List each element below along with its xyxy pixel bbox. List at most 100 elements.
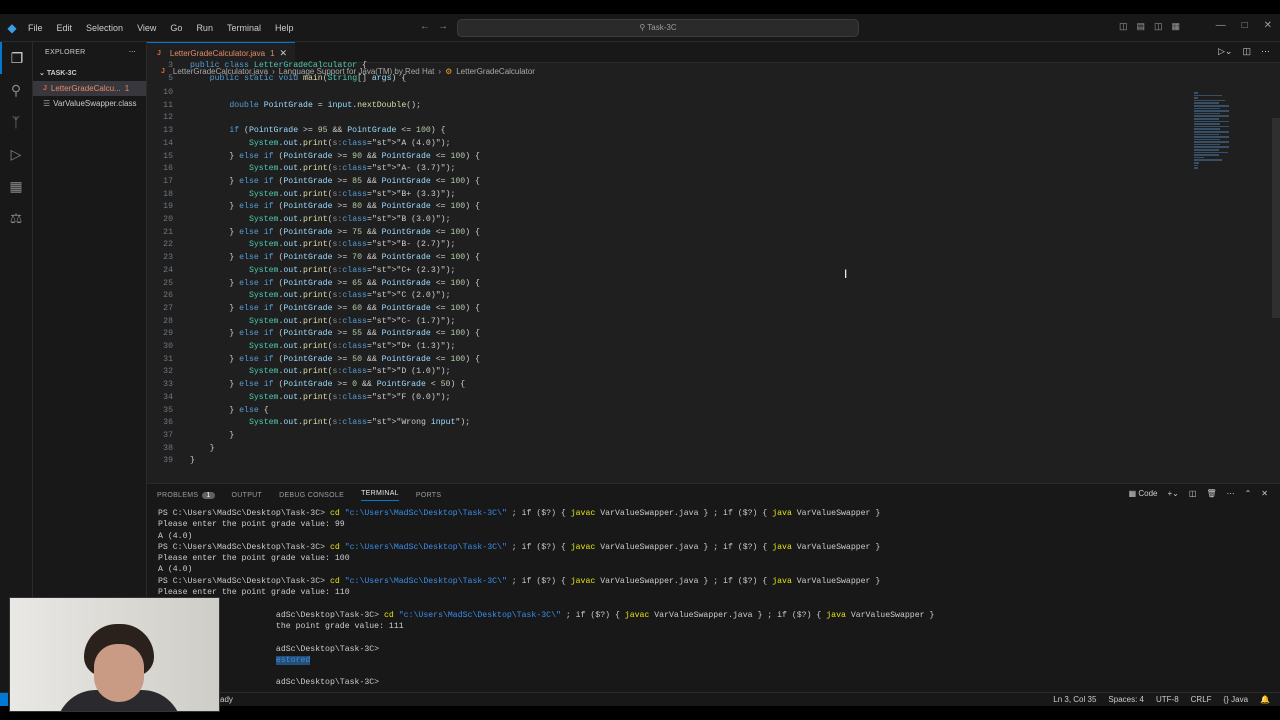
- code-line[interactable]: 32 System.out.print(s:class="st">"D (1.0…: [147, 366, 1187, 379]
- search-view-icon[interactable]: ⚲: [0, 74, 32, 106]
- explorer-title: EXPLORER: [45, 48, 86, 56]
- more-actions-icon[interactable]: ⋯: [1261, 46, 1270, 57]
- code-line[interactable]: 18 System.out.print(s:class="st">"B+ (3.…: [147, 189, 1187, 202]
- code-line[interactable]: 38 }: [147, 443, 1187, 456]
- command-center-search[interactable]: ⚲ Task-3C: [457, 19, 859, 37]
- encoding[interactable]: UTF-8: [1156, 695, 1179, 704]
- terminal-instance[interactable]: ▦ Code: [1129, 489, 1158, 498]
- maximize-panel-icon[interactable]: ⌃: [1245, 489, 1252, 498]
- tab-output[interactable]: OUTPUT: [232, 492, 263, 499]
- sticky-code-line[interactable]: 5 public static void main(String[] args)…: [147, 73, 1187, 86]
- new-terminal-icon[interactable]: +⌄: [1168, 489, 1179, 498]
- menu-run[interactable]: Run: [196, 23, 213, 33]
- line-number: 10: [163, 88, 173, 97]
- menu-selection[interactable]: Selection: [86, 23, 123, 33]
- code-editor[interactable]: 3 public class LetterGradeCalculator {5 p…: [147, 61, 1267, 482]
- terminal-line: adSc\Desktop\Task-3C>: [158, 678, 380, 688]
- menu-edit[interactable]: Edit: [57, 23, 73, 33]
- tab-problems[interactable]: PROBLEMS 1: [157, 491, 215, 499]
- more-actions-icon[interactable]: ⋯: [1227, 489, 1235, 498]
- customize-layout-icon[interactable]: ▦: [1171, 21, 1180, 32]
- menu-file[interactable]: File: [28, 23, 43, 33]
- terminal-line: adSc\Desktop\Task-3C> cd "c:\Users\MadSc…: [158, 610, 935, 620]
- close-window-icon[interactable]: ✕: [1264, 20, 1272, 31]
- extensions-icon[interactable]: ▦: [0, 170, 32, 202]
- run-icon[interactable]: ▷⌄: [1218, 46, 1232, 57]
- code-line[interactable]: 37 }: [147, 430, 1187, 443]
- editor-scrollbar[interactable]: [1272, 118, 1280, 318]
- code-line[interactable]: 15 } else if (PointGrade >= 90 && PointG…: [147, 151, 1187, 164]
- remote-indicator[interactable]: [0, 693, 8, 706]
- code-line[interactable]: 25 } else if (PointGrade >= 65 && PointG…: [147, 278, 1187, 291]
- close-tab-icon[interactable]: ✕: [280, 48, 288, 59]
- language-mode[interactable]: {} Java: [1224, 695, 1248, 704]
- code-line[interactable]: 11 double PointGrade = input.nextDouble(…: [147, 100, 1187, 113]
- code-line[interactable]: 28 System.out.print(s:class="st">"C- (1.…: [147, 316, 1187, 329]
- run-debug-icon[interactable]: ▷: [0, 138, 32, 170]
- code-line[interactable]: 26 System.out.print(s:class="st">"C (2.0…: [147, 290, 1187, 303]
- close-panel-icon[interactable]: ✕: [1261, 489, 1268, 498]
- split-terminal-icon[interactable]: ◫: [1189, 489, 1197, 498]
- tab-problem-badge: 1: [270, 48, 275, 58]
- java-file-icon: J: [157, 49, 161, 57]
- code-line[interactable]: 22 System.out.print(s:class="st">"B- (2.…: [147, 239, 1187, 252]
- code-line[interactable]: 27 } else if (PointGrade >= 60 && PointG…: [147, 303, 1187, 316]
- testing-icon[interactable]: ⚖: [0, 202, 32, 234]
- tab-terminal[interactable]: TERMINAL: [361, 490, 399, 501]
- code-line[interactable]: 31 } else if (PointGrade >= 50 && PointG…: [147, 354, 1187, 367]
- code-line[interactable]: 39}: [147, 455, 1187, 468]
- notifications-icon[interactable]: 🔔: [1260, 695, 1270, 704]
- code-line[interactable]: 20 System.out.print(s:class="st">"B (3.0…: [147, 214, 1187, 227]
- kill-terminal-icon[interactable]: 🗑: [1206, 489, 1216, 498]
- code-line[interactable]: 21 } else if (PointGrade >= 75 && PointG…: [147, 227, 1187, 240]
- more-actions-icon[interactable]: ⋯: [129, 48, 136, 56]
- code-line[interactable]: 35 } else {: [147, 405, 1187, 418]
- problems-count-badge: 1: [202, 491, 215, 499]
- code-line[interactable]: 36 System.out.print(s:class="st">"Wrong …: [147, 417, 1187, 430]
- sticky-code-line[interactable]: 3 public class LetterGradeCalculator {: [147, 60, 1187, 73]
- code-line[interactable]: 30 System.out.print(s:class="st">"D+ (1.…: [147, 341, 1187, 354]
- code-line[interactable]: 17 } else if (PointGrade >= 85 && PointG…: [147, 176, 1187, 189]
- line-number: 11: [163, 100, 173, 110]
- terminal-line: the point grade value: 111: [158, 621, 404, 631]
- line-number: 14: [163, 138, 173, 148]
- terminal-output[interactable]: PS C:\Users\MadSc\Desktop\Task-3C> cd "c…: [158, 508, 934, 689]
- code-line[interactable]: 10: [147, 87, 1187, 100]
- code-line[interactable]: 34 System.out.print(s:class="st">"F (0.0…: [147, 392, 1187, 405]
- explorer-icon[interactable]: ❐: [0, 42, 32, 74]
- indentation[interactable]: Spaces: 4: [1108, 695, 1144, 704]
- toggle-sidebar-icon[interactable]: ◫: [1119, 21, 1128, 32]
- maximize-icon[interactable]: □: [1242, 20, 1248, 31]
- file-item-varvalueswapper-class[interactable]: ☰ VarValueSwapper.class: [33, 96, 146, 111]
- code-line[interactable]: 16 System.out.print(s:class="st">"A- (3.…: [147, 163, 1187, 176]
- back-arrow-icon[interactable]: ←: [420, 21, 438, 32]
- code-line[interactable]: 33 } else if (PointGrade >= 0 && PointGr…: [147, 379, 1187, 392]
- menu-terminal[interactable]: Terminal: [227, 23, 261, 33]
- toggle-secondary-sidebar-icon[interactable]: ◫: [1154, 21, 1163, 32]
- minimap[interactable]: [1194, 92, 1230, 169]
- tab-debug-console[interactable]: DEBUG CONSOLE: [279, 492, 344, 499]
- tab-ports[interactable]: PORTS: [416, 492, 442, 499]
- line-number: 28: [163, 316, 173, 326]
- code-line[interactable]: 29 } else if (PointGrade >= 55 && PointG…: [147, 328, 1187, 341]
- code-line[interactable]: 19 } else if (PointGrade >= 80 && PointG…: [147, 201, 1187, 214]
- workspace-folder[interactable]: ⌄ TASK-3C: [33, 65, 146, 81]
- code-line[interactable]: 12: [147, 112, 1187, 125]
- end-of-line[interactable]: CRLF: [1191, 695, 1212, 704]
- menu-view[interactable]: View: [137, 23, 156, 33]
- code-line[interactable]: 24 System.out.print(s:class="st">"C+ (2.…: [147, 265, 1187, 278]
- menu-help[interactable]: Help: [275, 23, 294, 33]
- line-number: 32: [163, 367, 173, 377]
- split-editor-icon[interactable]: ◫: [1242, 46, 1251, 57]
- file-item-lettergradecalculator[interactable]: J LetterGradeCalcu... 1: [33, 81, 146, 96]
- code-line[interactable]: 14 System.out.print(s:class="st">"A (4.0…: [147, 138, 1187, 151]
- minimize-icon[interactable]: —: [1216, 20, 1226, 31]
- explorer-header: EXPLORER ⋯: [33, 42, 146, 62]
- toggle-panel-icon[interactable]: ▤: [1136, 21, 1145, 32]
- cursor-position[interactable]: Ln 3, Col 35: [1053, 695, 1096, 704]
- code-line[interactable]: 23 } else if (PointGrade >= 70 && PointG…: [147, 252, 1187, 265]
- menu-go[interactable]: Go: [170, 23, 182, 33]
- forward-arrow-icon[interactable]: →: [438, 21, 456, 32]
- source-control-icon[interactable]: ᛉ: [0, 106, 32, 138]
- code-line[interactable]: 13 if (PointGrade >= 95 && PointGrade <=…: [147, 125, 1187, 138]
